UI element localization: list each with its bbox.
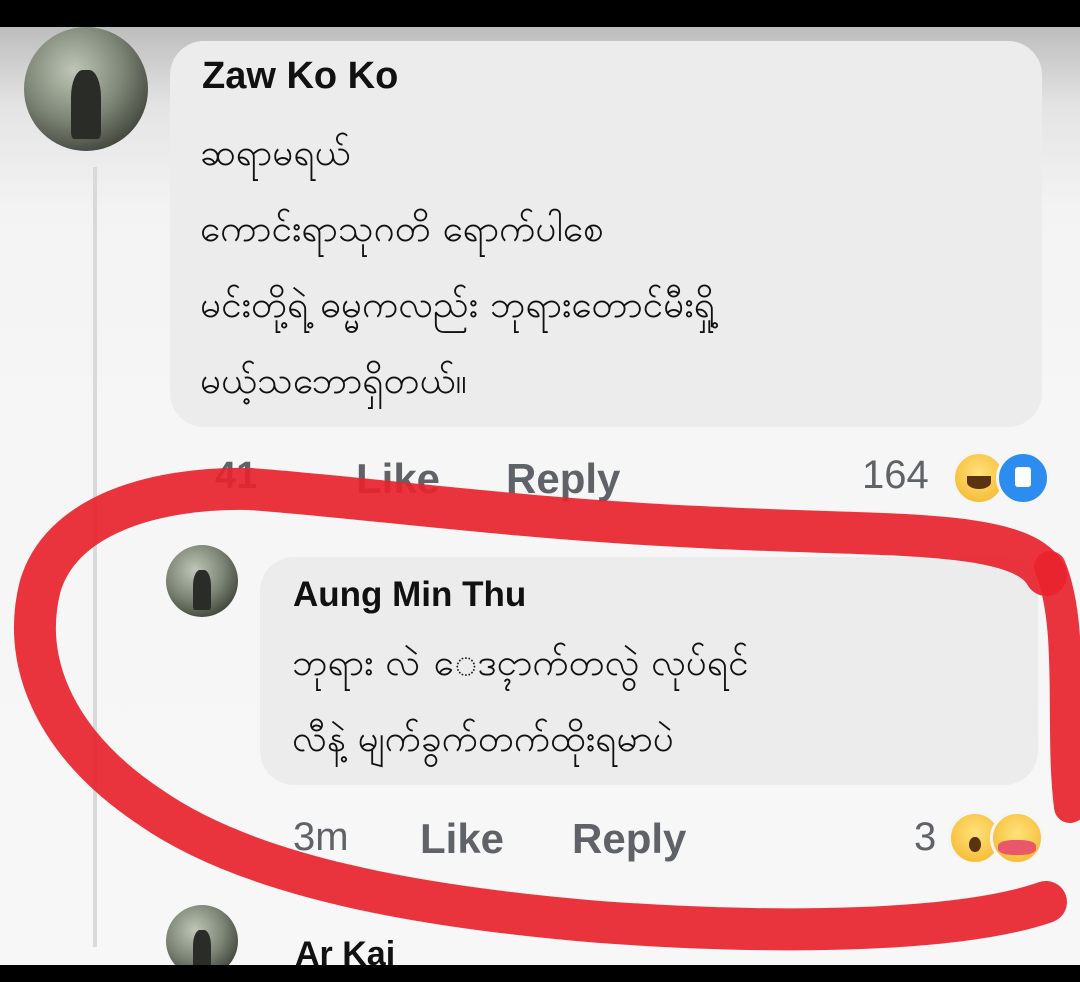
red-circle-annotation: [13, 467, 1080, 951]
comment-thread: Zaw Ko Ko ဆရာမရယ် ကောင်းရာသုဂတိ ရောက်ပါစ…: [0, 27, 1080, 965]
